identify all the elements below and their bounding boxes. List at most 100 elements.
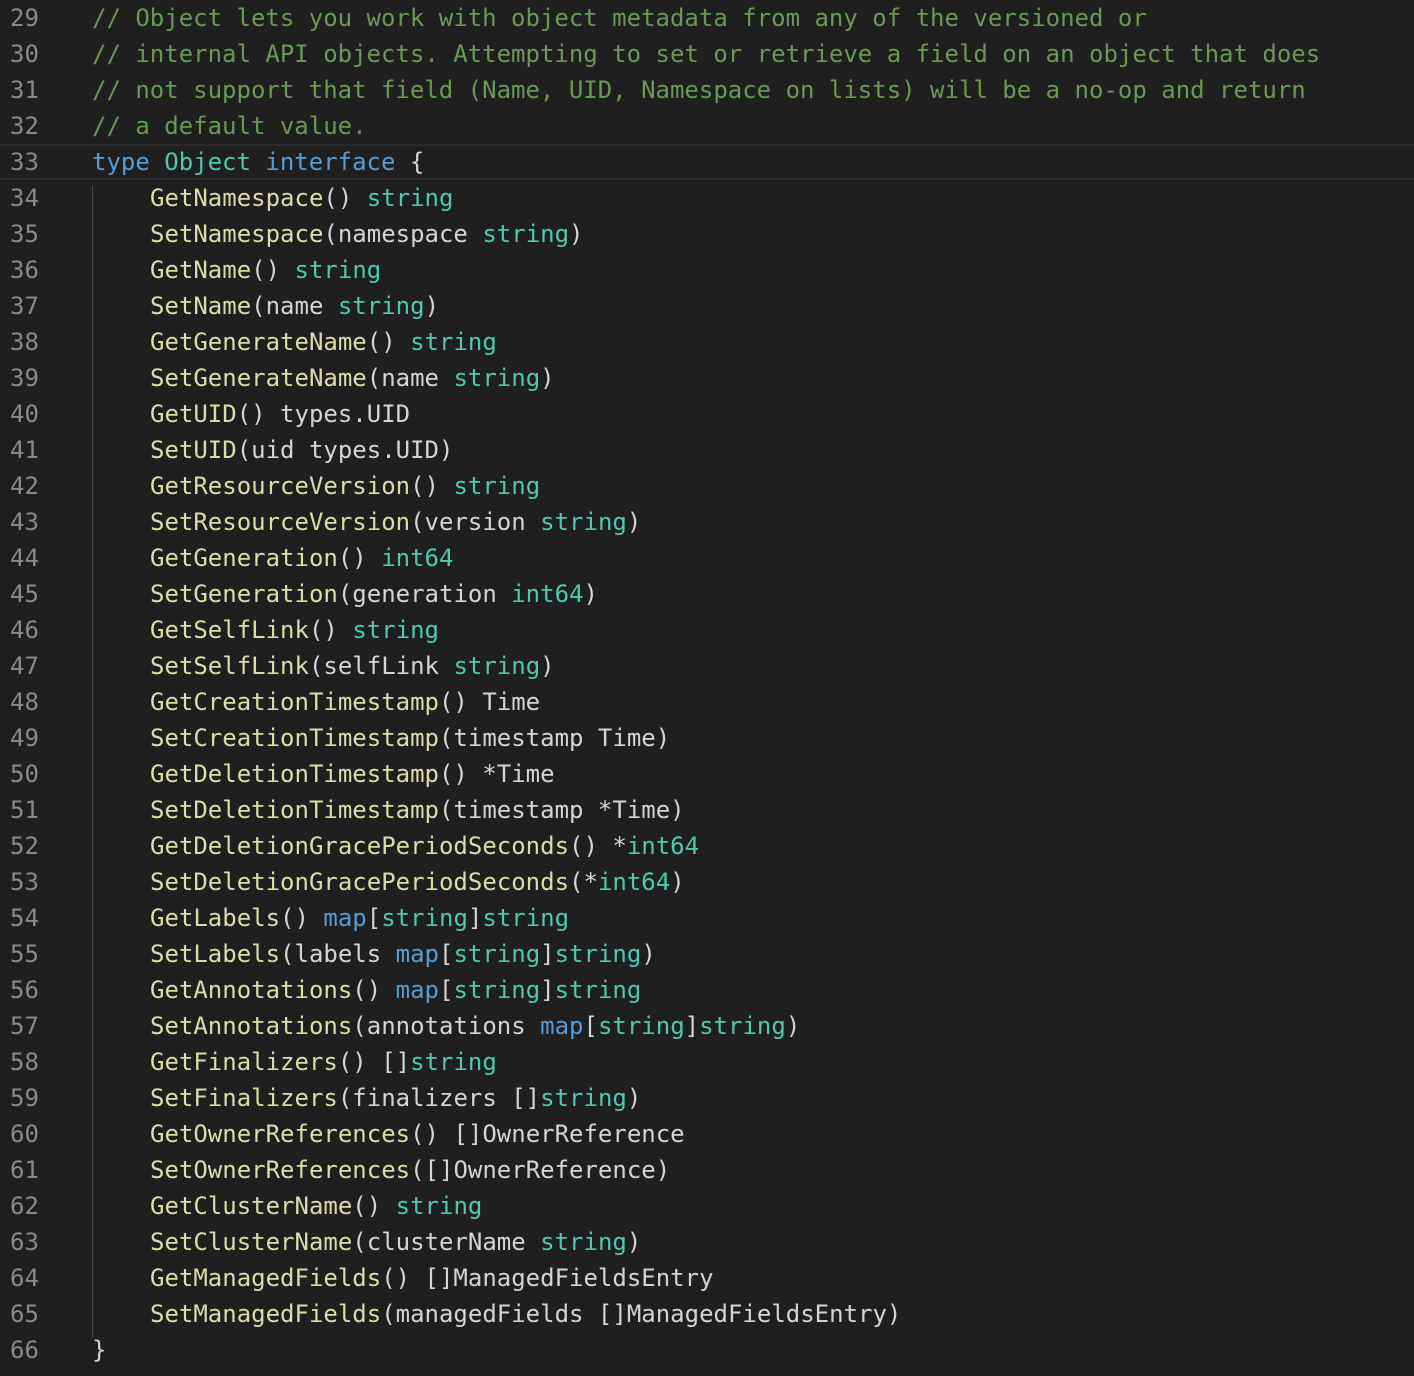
- code-token-plain: ): [626, 1084, 642, 1112]
- code-line[interactable]: 63 SetClusterName(clusterName string): [0, 1224, 1414, 1260]
- code-line[interactable]: 57 SetAnnotations(annotations map[string]…: [0, 1008, 1414, 1044]
- code-token-type: string: [540, 508, 627, 536]
- code-token-type: string: [554, 976, 642, 1004]
- code-token-func: GetGenerateName: [150, 328, 367, 356]
- code-line[interactable]: 36 GetName() string: [0, 252, 1414, 288]
- code-line[interactable]: 43 SetResourceVersion(version string): [0, 504, 1414, 540]
- line-number: 57: [10, 1012, 39, 1040]
- code-token-func: GetGeneration: [150, 544, 338, 572]
- code-token-type: string: [540, 1228, 627, 1256]
- line-number: 48: [10, 688, 39, 716]
- code-line[interactable]: 39 SetGenerateName(name string): [0, 360, 1414, 396]
- code-token-type: string: [482, 220, 570, 248]
- code-line[interactable]: 53 SetDeletionGracePeriodSeconds(*int64): [0, 864, 1414, 900]
- code-line[interactable]: 66}: [0, 1332, 1414, 1368]
- code-text: GetNamespace() string: [150, 180, 453, 216]
- line-number: 60: [10, 1120, 39, 1148]
- code-token-type: string: [453, 472, 541, 500]
- code-token-type: string: [337, 292, 425, 320]
- code-line[interactable]: 33 type Object interface {: [0, 144, 1414, 180]
- code-token-plain: [: [439, 976, 454, 1004]
- code-line[interactable]: 42 GetResourceVersion() string: [0, 468, 1414, 504]
- code-token-plain: (): [308, 616, 353, 644]
- code-token-plain: (clusterName: [352, 1228, 541, 1256]
- code-line[interactable]: 38 GetGenerateName() string: [0, 324, 1414, 360]
- code-text: GetAnnotations() map[string]string: [150, 972, 641, 1008]
- code-line[interactable]: 61 SetOwnerReferences([]OwnerReference): [0, 1152, 1414, 1188]
- code-token-plain: (labels: [280, 940, 396, 968]
- code-line[interactable]: 54 GetLabels() map[string]string: [0, 900, 1414, 936]
- code-line[interactable]: 44 GetGeneration() int64: [0, 540, 1414, 576]
- line-number: 59: [10, 1084, 39, 1112]
- code-line[interactable]: 59 SetFinalizers(finalizers []string): [0, 1080, 1414, 1116]
- line-number: 63: [10, 1228, 39, 1256]
- line-number: 52: [10, 832, 39, 860]
- code-token-type: string: [540, 1084, 627, 1112]
- code-text: GetDeletionTimestamp() *Time: [150, 756, 555, 792]
- code-line[interactable]: 48 GetCreationTimestamp() Time: [0, 684, 1414, 720]
- code-line[interactable]: 60 GetOwnerReferences() []OwnerReference: [0, 1116, 1414, 1152]
- code-text: // internal API objects. Attempting to s…: [92, 36, 1320, 72]
- code-line[interactable]: 45 SetGeneration(generation int64): [0, 576, 1414, 612]
- code-token-plain: ): [540, 364, 555, 392]
- line-number: 30: [10, 40, 39, 68]
- code-token-plain: (): [352, 976, 396, 1004]
- code-line[interactable]: 29 // Object lets you work with object me…: [0, 0, 1414, 36]
- code-line[interactable]: 35 SetNamespace(namespace string): [0, 216, 1414, 252]
- code-line[interactable]: 55 SetLabels(labels map[string]string): [0, 936, 1414, 972]
- code-token-plain: (timestamp Time): [438, 724, 671, 752]
- line-number: 45: [10, 580, 39, 608]
- code-token-type: string: [453, 976, 541, 1004]
- code-text: type Object interface {: [92, 144, 424, 180]
- code-token-plain: [: [439, 940, 454, 968]
- code-line[interactable]: 34 GetNamespace() string: [0, 180, 1414, 216]
- code-token-func: SetCreationTimestamp: [150, 724, 439, 752]
- code-line[interactable]: 62 GetClusterName() string: [0, 1188, 1414, 1224]
- code-token-keyword: map: [323, 904, 367, 932]
- code-token-plain: (): [410, 472, 454, 500]
- line-number: 40: [10, 400, 39, 428]
- code-line[interactable]: 49 SetCreationTimestamp(timestamp Time): [0, 720, 1414, 756]
- code-token-plain: (): [251, 256, 295, 284]
- code-token-plain: (): [337, 544, 382, 572]
- code-line[interactable]: 30 // internal API objects. Attempting to…: [0, 36, 1414, 72]
- code-line[interactable]: 50 GetDeletionTimestamp() *Time: [0, 756, 1414, 792]
- code-token-func: GetManagedFields: [150, 1264, 382, 1292]
- code-token-type: string: [453, 364, 541, 392]
- code-line[interactable]: 64 GetManagedFields() []ManagedFieldsEntr…: [0, 1260, 1414, 1296]
- code-token-type: string: [410, 1048, 497, 1076]
- code-text: SetCreationTimestamp(timestamp Time): [150, 720, 670, 756]
- code-token-plain: (generation: [337, 580, 512, 608]
- code-line[interactable]: 47 SetSelfLink(selfLink string): [0, 648, 1414, 684]
- code-token-plain: ): [641, 940, 656, 968]
- code-line[interactable]: 51 SetDeletionTimestamp(timestamp *Time): [0, 792, 1414, 828]
- code-line[interactable]: 40 GetUID() types.UID: [0, 396, 1414, 432]
- code-line[interactable]: 58 GetFinalizers() []string: [0, 1044, 1414, 1080]
- code-token-type: string: [554, 940, 642, 968]
- code-token-comment: // Object lets you work with object meta…: [92, 4, 1147, 32]
- code-line[interactable]: 65 SetManagedFields(managedFields []Manag…: [0, 1296, 1414, 1332]
- code-text: // not support that field (Name, UID, Na…: [92, 72, 1306, 108]
- code-text: GetResourceVersion() string: [150, 468, 540, 504]
- code-token-func: GetOwnerReferences: [150, 1120, 411, 1148]
- code-line[interactable]: 32 // a default value.: [0, 108, 1414, 144]
- line-number: 53: [10, 868, 39, 896]
- code-line[interactable]: 37 SetName(name string): [0, 288, 1414, 324]
- code-text: GetLabels() map[string]string: [150, 900, 569, 936]
- code-text: GetManagedFields() []ManagedFieldsEntry: [150, 1260, 714, 1296]
- code-text: GetCreationTimestamp() Time: [150, 684, 540, 720]
- code-line[interactable]: 52 GetDeletionGracePeriodSeconds() *int64: [0, 828, 1414, 864]
- code-token-func: SetAnnotations: [150, 1012, 353, 1040]
- code-token-plain: (name: [366, 364, 454, 392]
- line-number: 39: [10, 364, 39, 392]
- code-editor[interactable]: 29 // Object lets you work with object me…: [0, 0, 1414, 1376]
- code-token-plain: ]: [684, 1012, 700, 1040]
- code-line[interactable]: 46 GetSelfLink() string: [0, 612, 1414, 648]
- code-line[interactable]: 31 // not support that field (Name, UID, …: [0, 72, 1414, 108]
- code-token-func: SetClusterName: [150, 1228, 353, 1256]
- code-line[interactable]: 56 GetAnnotations() map[string]string: [0, 972, 1414, 1008]
- code-line[interactable]: 41 SetUID(uid types.UID): [0, 432, 1414, 468]
- code-token-plain: [: [583, 1012, 598, 1040]
- code-token-plain: }: [92, 1336, 107, 1364]
